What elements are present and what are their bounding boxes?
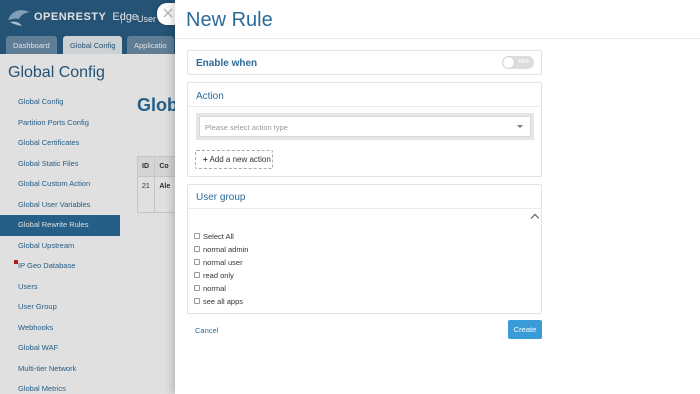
checkbox-label: normal user — [203, 257, 243, 267]
checkbox-option[interactable]: Select All — [194, 231, 234, 241]
new-rule-drawer: New Rule Enable when OFF Action Please s… — [175, 0, 700, 394]
enable-when-label: Enable when — [196, 58, 258, 69]
close-button[interactable] — [157, 3, 177, 25]
toggle-state-text: OFF — [519, 59, 529, 65]
checkbox[interactable] — [194, 272, 200, 278]
select-placeholder: Please select action type — [205, 123, 288, 132]
user-group-panel: User group Select All normal admin norma… — [187, 184, 542, 314]
checkbox-label: see all apps — [203, 296, 244, 306]
checkbox-label: normal admin — [203, 244, 249, 254]
plus-icon: + — [203, 155, 208, 164]
checkbox-label: normal — [203, 283, 226, 293]
checkbox-option[interactable]: see all apps — [194, 296, 243, 306]
checkbox[interactable] — [194, 259, 200, 265]
chevron-up-icon[interactable] — [530, 213, 540, 223]
action-type-select[interactable]: Please select action type — [199, 116, 531, 137]
checkbox-option[interactable]: normal admin — [194, 244, 248, 254]
checkbox-label: read only — [203, 270, 234, 280]
user-group-label: User group — [196, 192, 246, 203]
divider — [188, 106, 541, 107]
checkbox[interactable] — [194, 246, 200, 252]
checkbox[interactable] — [194, 233, 200, 239]
enable-when-panel: Enable when OFF — [187, 50, 542, 75]
add-action-label: Add a new action — [209, 155, 271, 164]
divider — [188, 208, 541, 209]
checkbox[interactable] — [194, 285, 200, 291]
divider — [175, 38, 700, 39]
enable-when-toggle[interactable]: OFF — [502, 56, 534, 69]
checkbox-label: Select All — [203, 231, 234, 241]
action-label: Action — [196, 91, 224, 102]
checkbox-option[interactable]: normal — [194, 283, 226, 293]
toggle-knob — [503, 57, 514, 68]
cancel-button[interactable]: Cancel — [195, 326, 218, 335]
action-select-container: Please select action type — [196, 113, 534, 140]
checkbox[interactable] — [194, 298, 200, 304]
close-icon — [163, 8, 173, 18]
checkbox-option[interactable]: read only — [194, 270, 234, 280]
drawer-title: New Rule — [186, 9, 273, 31]
create-button[interactable]: Create — [508, 320, 542, 339]
caret-down-icon — [517, 125, 523, 128]
checkbox-option[interactable]: normal user — [194, 257, 243, 267]
action-panel: Action Please select action type + Add a… — [187, 82, 542, 177]
add-action-button[interactable]: + Add a new action — [195, 150, 273, 169]
